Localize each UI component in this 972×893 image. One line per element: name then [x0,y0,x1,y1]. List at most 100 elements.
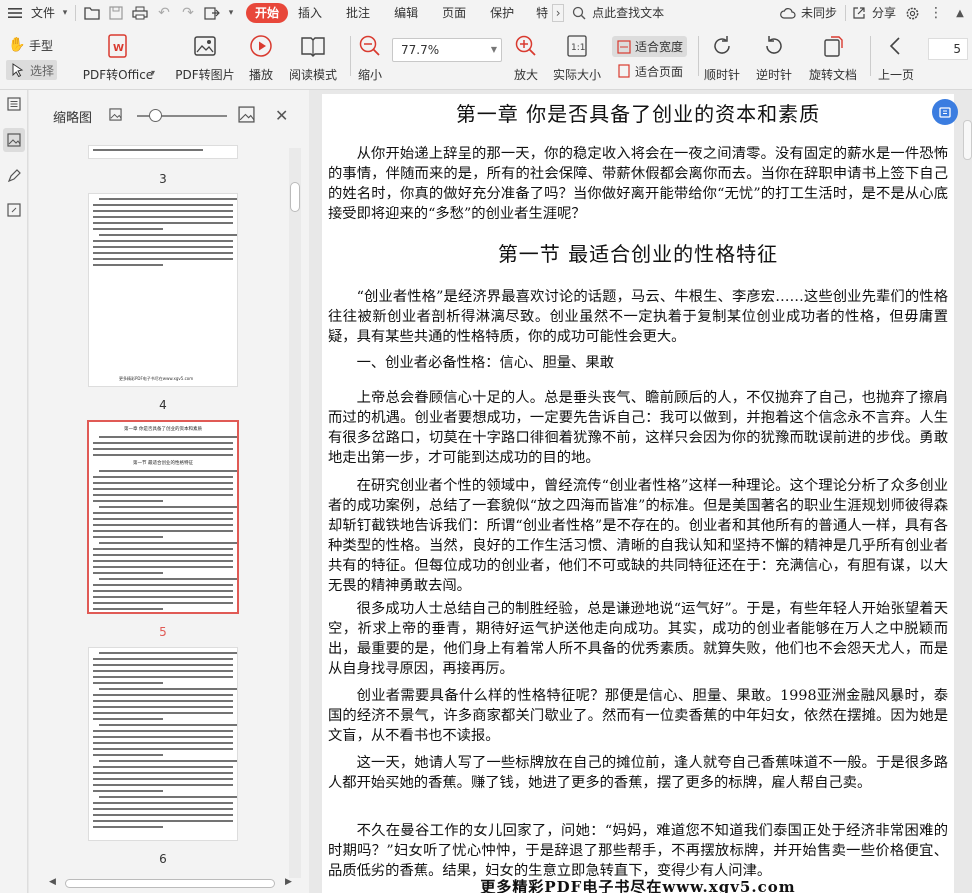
document-scrollbar-thumb[interactable] [963,120,972,160]
thumb-text-line [93,820,233,822]
fit-width-label: 适合宽度 [635,40,684,54]
collapse-ribbon-icon[interactable]: ▲ [948,0,972,26]
tab-edit[interactable]: 编辑 [390,0,422,26]
rotate-clockwise-button[interactable]: 顺时针 [700,26,744,83]
thumb-text-line [93,584,233,586]
page-thumbnail-6[interactable] [89,648,237,840]
search-box[interactable]: 点此查找文本 [564,0,668,26]
zoom-level-select[interactable]: 77.7% ▼ [392,38,502,62]
thumb-text-line [93,149,203,151]
chevron-down-icon[interactable]: ▾ [224,8,238,18]
pdf-to-office-label: PDF转Office [82,68,154,82]
tab-protect[interactable]: 保护 [486,0,518,26]
thumb-text-line [93,560,233,562]
rotate-document-button[interactable]: 旋转文档 [804,26,862,83]
page-thumbnail-4[interactable]: 更多精彩PDF电子书尽在www.xgv5.com [89,194,237,386]
tab-page[interactable]: 页面 [438,0,470,26]
thumb-text-line [93,448,233,450]
thumb-text-line [93,736,233,738]
ribbon-toolbar: ✋ 手型 选择 W PDF转Office ▾ PDF转图片 播放 阅读模式 缩小… [0,26,972,90]
document-viewport[interactable]: 第一章 你是否具备了创业的资本和素质 从你开始递上辞呈的那一天，你的稳定收入将会… [309,90,972,893]
thumb-footer-text: 更多精彩PDF电子书尽在www.xgv5.com [119,376,194,381]
thumbnail-horizontal-scrollbar[interactable]: ◀ ▶ [49,877,299,889]
hand-tool-button[interactable]: ✋ 手型 [8,36,53,54]
pdf-to-office-button[interactable]: W PDF转Office [80,26,156,83]
sync-status[interactable]: 未同步 [797,0,841,26]
chevron-left-icon [882,32,910,60]
zoom-out-button[interactable]: 缩小 [354,26,386,83]
chevron-down-icon[interactable]: ▾ [151,68,155,77]
file-menu[interactable]: 文件 [27,0,59,26]
rotate-counterclockwise-button[interactable]: 逆时针 [752,26,796,83]
page-number-input[interactable]: 5 [928,38,968,60]
thumb-text-line [93,718,163,720]
share-icon[interactable] [850,6,868,20]
page-thumbnail-5[interactable]: 第一章 你是否具备了创业的资本和素质 第一节 最适合创业的性格特征 [89,422,237,612]
tab-insert[interactable]: 插入 [294,0,326,26]
divider [75,5,77,21]
open-folder-icon[interactable] [80,0,104,26]
zoom-in-button[interactable]: 放大 [510,26,542,83]
tab-annotate[interactable]: 批注 [342,0,374,26]
cloud-sync-icon[interactable] [779,7,797,19]
close-icon[interactable]: ✕ [275,106,288,125]
thumb-text-line [99,724,237,726]
thumbnail-scrollbar[interactable] [289,148,301,878]
large-image-icon[interactable] [238,106,255,123]
attachment-icon[interactable] [4,200,24,220]
scroll-left-icon[interactable]: ◀ [49,877,56,887]
document-page: 第一章 你是否具备了创业的资本和素质 从你开始递上辞呈的那一天，你的稳定收入将会… [322,94,954,893]
thumb-text-line [99,796,237,798]
more-tabs-icon[interactable]: › [552,4,565,22]
thumb-text-line [93,246,233,248]
settings-gear-icon[interactable] [900,0,924,26]
thumb-text-line [99,542,237,544]
hamburger-menu-icon[interactable] [3,0,27,26]
thumbnail-icon[interactable] [3,128,25,152]
annotation-icon[interactable] [4,166,24,186]
pdf-to-image-button[interactable]: PDF转图片 [172,26,238,83]
actual-size-button[interactable]: 1:1 实际大小 [550,26,604,83]
more-options-icon[interactable]: ⋮ [924,0,948,26]
page-thumbnail-label: 5 [159,625,167,639]
undo-icon[interactable]: ↶ [152,0,176,26]
small-image-icon[interactable] [109,108,122,121]
thumb-text-block [89,652,237,828]
scrollbar-thumb[interactable] [290,182,300,212]
thumb-text-line [93,700,233,702]
thumb-text-line [93,754,163,756]
menu-bar-right: 未同步 分享 ⋮ ▲ [779,0,972,26]
select-tool-button[interactable]: 选择 [6,60,58,80]
thumb-text-line [93,524,233,526]
divider [698,36,699,76]
menu-bar: 文件 ▾ ↶ ↷ ▾ 开始 插入 批注 编辑 页面 保护 特 › 点此查找文本 … [0,0,972,26]
thumb-text-line [93,240,233,242]
thumb-text-line [93,442,233,444]
share-button[interactable]: 分享 [868,0,900,26]
read-mode-button[interactable]: 阅读模式 [286,26,340,83]
scroll-right-icon[interactable]: ▶ [285,877,292,887]
fit-page-button[interactable]: 适合页面 [616,62,683,80]
previous-page-button[interactable]: 上一页 [874,26,918,83]
tab-start[interactable]: 开始 [246,3,289,23]
redo-icon[interactable]: ↷ [176,0,200,26]
thumb-text-line [93,476,233,478]
bookmark-list-icon[interactable] [4,94,24,114]
chevron-down-icon[interactable]: ▾ [59,8,71,18]
thumb-text-line [93,602,233,604]
print-icon[interactable] [128,0,152,26]
fit-width-button[interactable]: 适合宽度 [612,36,688,57]
page-thumbnail-3[interactable] [89,146,237,158]
thumb-text-line [93,676,233,678]
play-button[interactable]: 播放 [244,26,278,83]
fit-width-icon [616,39,632,55]
export-icon[interactable] [200,0,224,26]
save-icon[interactable] [104,0,128,26]
divider [870,36,871,76]
thumb-text-line [93,670,233,672]
tab-special[interactable]: 特 [532,0,552,26]
thumb-text-line [99,688,237,690]
horizontal-scrollbar-thumb[interactable] [65,879,275,888]
floating-tools-button[interactable] [932,99,958,125]
thumbnail-size-slider-handle[interactable] [149,109,162,122]
